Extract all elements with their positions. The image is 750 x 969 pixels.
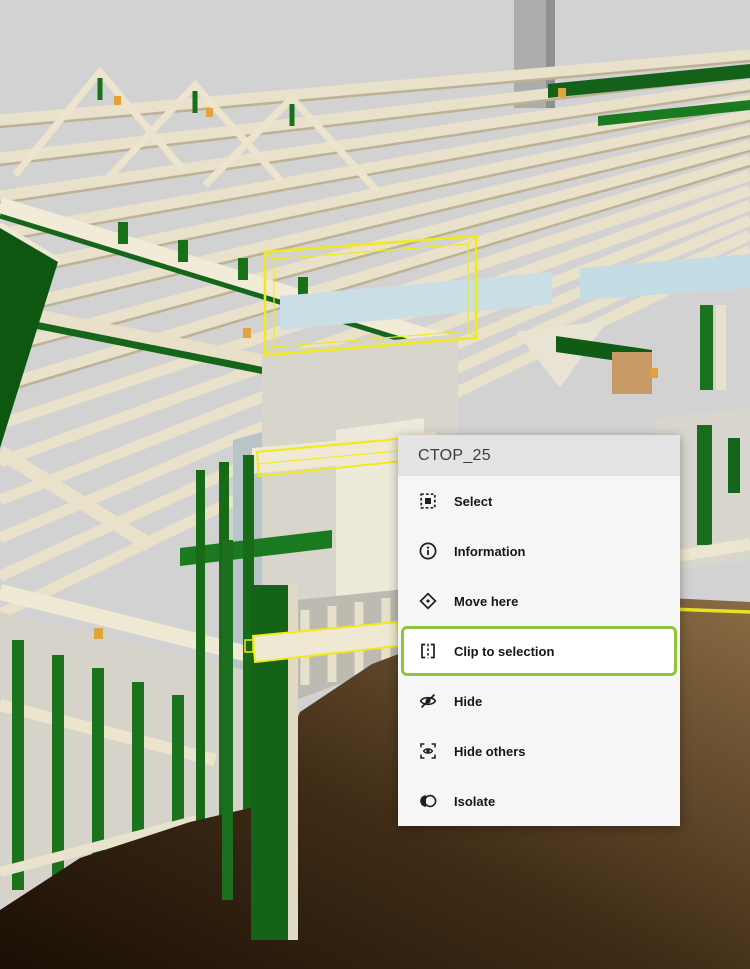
menu-item-label: Move here [454, 594, 518, 609]
menu-item-clip-to-selection[interactable]: Clip to selection [401, 626, 677, 676]
menu-item-hide-others[interactable]: Hide others [398, 726, 680, 776]
menu-item-isolate[interactable]: Isolate [398, 776, 680, 826]
menu-item-hide[interactable]: Hide [398, 676, 680, 726]
context-menu-title: CTOP_25 [398, 435, 680, 476]
menu-item-label: Information [454, 544, 526, 559]
menu-item-move-here[interactable]: Move here [398, 576, 680, 626]
context-menu: CTOP_25 Select Information [398, 435, 680, 826]
clip-to-selection-icon [418, 641, 438, 661]
menu-item-label: Select [454, 494, 492, 509]
hide-others-icon [418, 741, 438, 761]
menu-item-label: Hide [454, 694, 482, 709]
menu-item-label: Isolate [454, 794, 495, 809]
move-here-icon [418, 591, 438, 611]
hide-icon [418, 691, 438, 711]
menu-item-label: Hide others [454, 744, 526, 759]
information-icon [418, 541, 438, 561]
isolate-icon [418, 791, 438, 811]
menu-item-label: Clip to selection [454, 644, 554, 659]
select-icon [418, 491, 438, 511]
menu-item-select[interactable]: Select [398, 476, 680, 526]
menu-item-information[interactable]: Information [398, 526, 680, 576]
